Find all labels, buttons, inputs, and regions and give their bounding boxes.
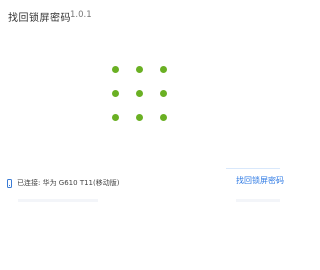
action-divider bbox=[226, 168, 280, 169]
loading-indicator bbox=[112, 66, 176, 130]
loading-dot bbox=[112, 66, 119, 73]
status-shadow-right bbox=[236, 199, 280, 202]
phone-icon bbox=[7, 179, 12, 188]
app-title: 找回锁屏密码 bbox=[8, 13, 71, 24]
title-bar: 找回锁屏密码 1.0.1 bbox=[0, 0, 280, 30]
status-shadow-left bbox=[18, 199, 98, 202]
loading-dot bbox=[160, 90, 167, 97]
connection-status: 已连接: 华为 G610 T11(移动版) bbox=[17, 179, 120, 187]
loading-dot bbox=[136, 90, 143, 97]
loading-dot bbox=[112, 90, 119, 97]
status-bar: 已连接: 华为 G610 T11(移动版) 找回锁屏密码 bbox=[0, 170, 284, 200]
loading-dot bbox=[136, 114, 143, 121]
loading-dot bbox=[136, 66, 143, 73]
loading-dot bbox=[160, 114, 167, 121]
loading-dot bbox=[112, 114, 119, 121]
recover-password-link[interactable]: 找回锁屏密码 bbox=[236, 175, 284, 186]
loading-dot bbox=[160, 66, 167, 73]
app-window: 找回锁屏密码 1.0.1 已连接: 华为 G610 T11(移动版) 找回锁屏密… bbox=[0, 0, 284, 270]
app-version: 1.0.1 bbox=[70, 10, 92, 20]
